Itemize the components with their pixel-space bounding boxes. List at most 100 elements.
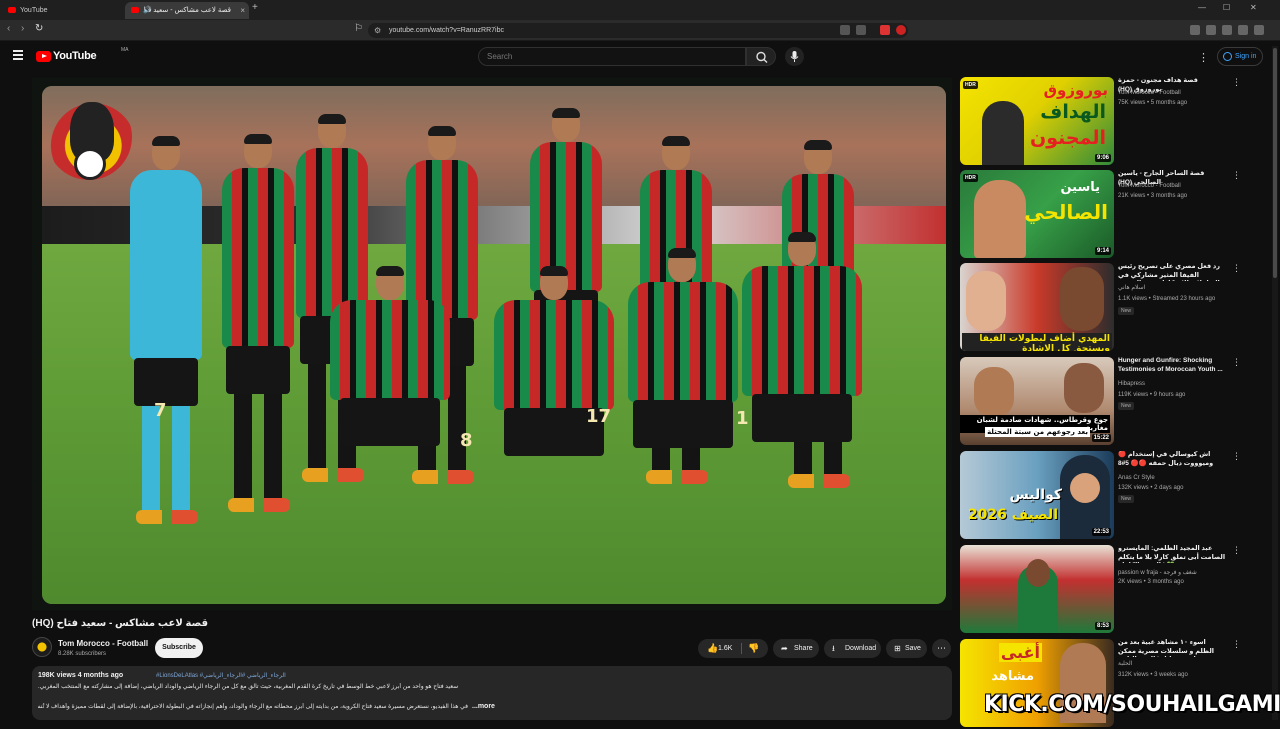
more-options-icon[interactable]: ⋮ — [1232, 263, 1241, 274]
person-figure — [982, 101, 1024, 165]
more-options-icon[interactable]: ⋮ — [1232, 77, 1241, 88]
more-options-icon[interactable]: ⋮ — [1232, 357, 1241, 368]
duration-badge: 8:53 — [1094, 622, 1111, 630]
more-options-icon[interactable]: ⋮ — [1232, 639, 1241, 650]
recommended-meta: 75K views • 5 months ago — [1118, 100, 1188, 106]
description-box[interactable]: 198K views 4 months ago #LionsDeLAtlas #… — [32, 666, 952, 720]
sidebar-toggle-icon[interactable] — [1190, 25, 1200, 35]
video-title: قصة لاعب مشاكس - سعيد فتاح (HQ) — [32, 618, 209, 629]
recommended-channel[interactable]: Anas Cr Style — [1118, 475, 1155, 481]
wallet-icon[interactable] — [1222, 25, 1232, 35]
team-player — [406, 126, 478, 484]
show-more-link[interactable]: ...more — [472, 703, 495, 710]
video-thumbnail[interactable]: جوع وقرطاس.. شهادات صادمة لشبان مغاربة ب… — [960, 357, 1114, 445]
recommended-channel[interactable]: Tom Morocco - Football — [1118, 183, 1181, 189]
close-tab-icon[interactable]: × — [240, 2, 245, 19]
more-options-icon[interactable]: ⋮ — [1232, 170, 1241, 181]
video-thumbnail[interactable]: كواليس الصيف 2026 22:53 — [960, 451, 1114, 539]
reload-icon[interactable]: ↻ — [35, 23, 43, 34]
recommended-title[interactable]: أش كيوسالي في إستخدام 🔴 وميوووت ديال حمق… — [1118, 451, 1226, 468]
team-player — [296, 114, 368, 482]
hashtags[interactable]: #LionsDeLAtlas #الرجاء_الرياضي #الرجاء_ا… — [156, 672, 286, 679]
channel-name[interactable]: Tom Morocco - Football — [58, 639, 148, 648]
team-player — [742, 232, 862, 442]
save-icon: ⊞ — [894, 644, 901, 653]
browser-address-bar: ‹ › ↻ ⚐ ⚙ youtube.com/watch?v=RanuzRR7ib… — [0, 20, 1280, 41]
recommended-channel[interactable]: Hibapress — [1118, 381, 1145, 387]
maximize-icon[interactable]: ☐ — [1223, 3, 1230, 12]
close-window-icon[interactable]: ✕ — [1250, 3, 1257, 12]
search-input[interactable]: Search — [478, 47, 746, 66]
recommended-video[interactable]: المهدي أضاف لبطولات الفيفا ويستحق كل الا… — [960, 263, 1260, 353]
cast-icon[interactable] — [856, 25, 866, 35]
team-player — [628, 248, 738, 448]
youtube-header: YouTube MA Search ⋮ Sign in — [0, 41, 1280, 72]
thumbs-down-icon[interactable]: 👎 — [748, 639, 759, 658]
more-options-icon[interactable]: ⋮ — [1232, 545, 1241, 556]
recommended-video[interactable]: بوروزوق الهداف المجنون HDR 9:06 قصة هداف… — [960, 77, 1260, 167]
video-thumbnail[interactable]: ياسين الصالحي HDR 9:14 — [960, 170, 1114, 258]
minimize-icon[interactable]: — — [1198, 3, 1206, 12]
stream-watermark: KICK.COM/SOUHAILGAMING — [984, 692, 1280, 717]
more-options-icon[interactable]: ⋮ — [1232, 451, 1241, 462]
new-tab-icon[interactable]: + — [252, 2, 258, 13]
rewards-icon[interactable] — [896, 25, 906, 35]
video-thumbnail[interactable]: بوروزوق الهداف المجنون HDR 9:06 — [960, 77, 1114, 165]
speaker-icon[interactable]: 🔊 — [143, 2, 152, 19]
download-button[interactable]: ⭳ Download — [824, 639, 881, 658]
video-thumbnail[interactable]: المهدي أضاف لبطولات الفيفا ويستحق كل الا… — [960, 263, 1114, 351]
account-icon — [1223, 52, 1232, 61]
recommended-channel[interactable]: passion w fraja - شغف و فرجة — [1118, 569, 1197, 576]
recommended-channel[interactable]: اسلام هاني — [1118, 284, 1145, 291]
recommended-channel[interactable]: Tom Morocco - Football — [1118, 90, 1181, 96]
shirt-number: 7 — [154, 400, 167, 421]
recommended-video[interactable]: جوع وقرطاس.. شهادات صادمة لشبان مغاربة ب… — [960, 357, 1260, 447]
save-label: Save — [905, 645, 921, 652]
browser-menu-icon[interactable] — [1254, 25, 1264, 35]
video-frame[interactable]: 7 8 17 1 — [42, 86, 946, 604]
brave-shield-icon[interactable] — [880, 25, 890, 35]
channel-avatar[interactable] — [32, 637, 52, 657]
site-info-icon[interactable]: ⚙ — [374, 23, 381, 38]
microphone-icon — [790, 51, 799, 62]
settings-menu-icon[interactable]: ⋮ — [1198, 51, 1209, 64]
recommended-title[interactable]: رد فعل مصري على تصريح رئيس الفيفا المثير… — [1118, 263, 1226, 281]
recommended-channel[interactable]: الحلبة — [1118, 660, 1132, 667]
video-thumbnail[interactable]: 8:53 — [960, 545, 1114, 633]
url-field[interactable]: ⚙ youtube.com/watch?v=RanuzRR7ibc — [368, 23, 908, 38]
video-player[interactable]: 7 8 17 1 — [32, 78, 952, 610]
search-button[interactable] — [746, 47, 776, 66]
recommended-video[interactable]: كواليس الصيف 2026 22:53 أش كيوسالي في إس… — [960, 451, 1260, 541]
recommended-title[interactable]: Hunger and Gunfire: Shocking Testimonies… — [1118, 357, 1226, 374]
scrollbar-thumb[interactable] — [1273, 48, 1277, 278]
thumbs-up-icon[interactable]: 👍 — [707, 639, 718, 658]
recommended-title[interactable]: أسوء ١٠ مشاهد غبية بعد من الظلم و سلسلات… — [1118, 639, 1226, 657]
recommended-title[interactable]: عبد المجيد الظلمي: المايسترو الصامت أبى … — [1118, 545, 1226, 563]
forward-icon[interactable]: › — [21, 23, 24, 34]
bookmark-icon[interactable]: ⚐ — [354, 23, 363, 34]
youtube-favicon-icon — [8, 7, 16, 13]
more-actions-icon[interactable]: ⋯ — [932, 639, 951, 658]
person-face — [1026, 559, 1050, 587]
hamburger-menu-icon[interactable] — [13, 50, 23, 62]
translate-icon[interactable] — [840, 25, 850, 35]
voice-search-button[interactable] — [785, 47, 804, 66]
share-button[interactable]: ➦ Share — [773, 639, 819, 658]
extensions-icon[interactable] — [1206, 25, 1216, 35]
description-line: في هذا الفيديو، نستعرض مسيرة سعيد فتاح ا… — [38, 704, 468, 710]
sign-in-button[interactable]: Sign in — [1217, 47, 1263, 66]
browser-tab-youtube[interactable]: YouTube — [2, 2, 122, 19]
save-button[interactable]: ⊞ Save — [886, 639, 927, 658]
thumbnail-text: بعد رجوعهم من سبتة المحتلة — [985, 427, 1090, 437]
recommended-video[interactable]: ياسين الصالحي HDR 9:14 قصة الساحر الجارح… — [960, 170, 1260, 260]
vpn-icon[interactable] — [1238, 25, 1248, 35]
subscribe-button[interactable]: Subscribe — [155, 638, 203, 658]
back-icon[interactable]: ‹ — [7, 23, 10, 34]
browser-tab-active-video[interactable]: 🔊 قصة لاعب مشاكس - سعيد فتا × — [125, 2, 249, 19]
browser-tab-bar: YouTube 🔊 قصة لاعب مشاكس - سعيد فتا × + … — [0, 0, 1280, 20]
recommended-video[interactable]: 8:53 عبد المجيد الظلمي: المايسترو الصامت… — [960, 545, 1260, 635]
tab-title: YouTube — [20, 7, 48, 14]
like-count[interactable]: 1.6K — [718, 639, 732, 658]
download-label: Download — [845, 645, 877, 652]
youtube-play-icon — [36, 51, 51, 62]
